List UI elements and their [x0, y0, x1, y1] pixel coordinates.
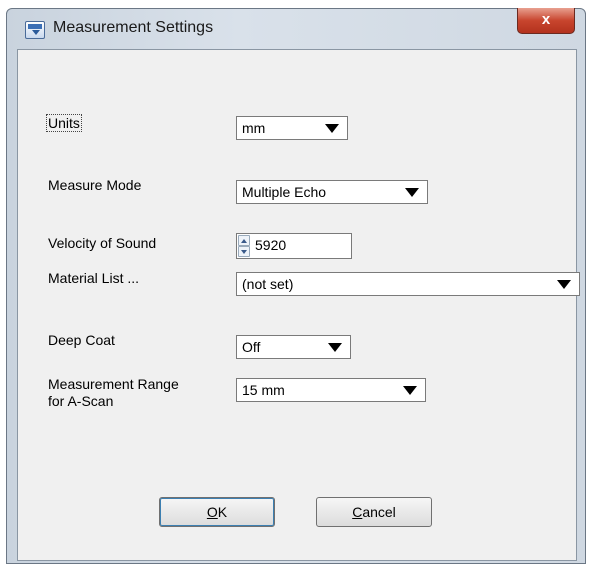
units-value: mm: [242, 120, 266, 136]
measure-mode-dropdown[interactable]: Multiple Echo: [236, 180, 428, 204]
velocity-spinner[interactable]: 5920: [236, 233, 352, 259]
close-button[interactable]: x: [517, 8, 575, 34]
chevron-down-icon[interactable]: [557, 280, 571, 289]
cancel-button[interactable]: Cancel: [316, 497, 432, 527]
range-label-line1: Measurement Range: [48, 376, 179, 392]
deep-coat-label: Deep Coat: [48, 332, 115, 348]
material-list-value: (not set): [242, 276, 294, 292]
spin-arrows-icon[interactable]: [238, 235, 250, 257]
chevron-down-icon[interactable]: [403, 386, 417, 395]
chevron-down-icon[interactable]: [405, 188, 419, 197]
ok-label-rest: K: [217, 504, 228, 520]
material-list-dropdown[interactable]: (not set): [236, 272, 580, 296]
range-dropdown[interactable]: 15 mm: [236, 378, 426, 402]
deep-coat-value: Off: [242, 339, 261, 355]
app-window-icon: [25, 21, 45, 39]
cancel-mnemonic: C: [352, 504, 363, 520]
dialog-window: Measurement Settings x Units mm Measure …: [6, 8, 586, 564]
close-icon: x: [541, 11, 551, 28]
dialog-client-area: Units mm Measure Mode Multiple Echo Velo…: [17, 49, 580, 561]
velocity-value[interactable]: 5920: [255, 237, 286, 253]
range-value: 15 mm: [242, 382, 285, 398]
title-bar[interactable]: Measurement Settings x: [7, 8, 585, 49]
material-list-label: Material List ...: [48, 270, 140, 286]
units-label: Units: [46, 114, 82, 132]
velocity-label: Velocity of Sound: [48, 235, 157, 251]
spin-up-button[interactable]: [238, 235, 250, 246]
range-label-line2: for A-Scan: [48, 393, 114, 409]
ok-button[interactable]: OK: [159, 497, 275, 527]
spin-down-button[interactable]: [238, 246, 250, 257]
cancel-label-rest: ancel: [362, 504, 396, 520]
chevron-down-icon[interactable]: [328, 343, 342, 352]
window-title: Measurement Settings: [53, 19, 214, 36]
measure-mode-label: Measure Mode: [48, 177, 142, 193]
ok-mnemonic: O: [206, 504, 218, 520]
deep-coat-dropdown[interactable]: Off: [236, 335, 351, 359]
units-dropdown[interactable]: mm: [236, 116, 348, 140]
measure-mode-value: Multiple Echo: [242, 184, 327, 200]
chevron-down-icon[interactable]: [325, 124, 339, 133]
